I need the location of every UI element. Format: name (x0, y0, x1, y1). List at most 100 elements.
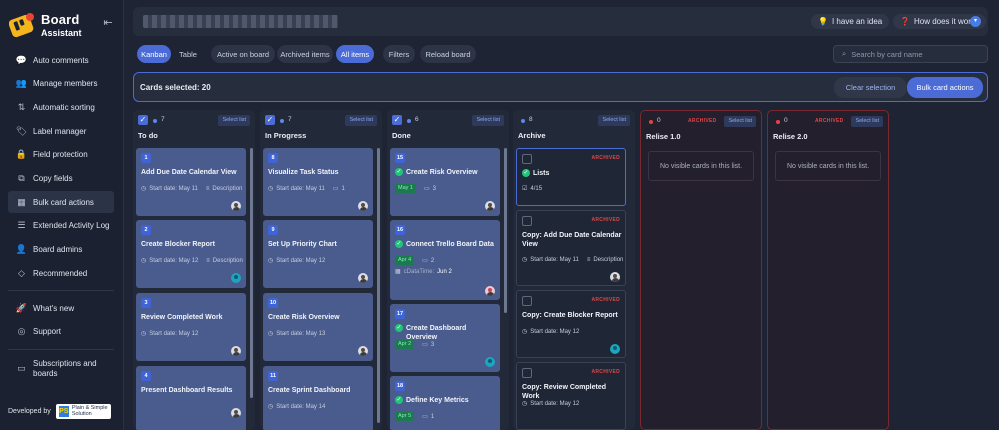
card-select-checkbox[interactable] (522, 296, 532, 306)
avatar[interactable] (231, 408, 241, 418)
avatar[interactable] (231, 346, 241, 356)
card-meta: ◷ Start date: May 14 (268, 403, 326, 411)
idea-button[interactable]: 💡 I have an idea (811, 14, 890, 29)
list-card-count: 0 (657, 117, 661, 124)
card[interactable]: 2 Create Blocker Report ◷ Start date: May… (136, 220, 246, 288)
collapse-sidebar-icon[interactable]: ⇤ (102, 17, 114, 29)
due-date-chip: Apr 4 (395, 256, 415, 265)
card[interactable]: 16 ✓ Connect Trello Board Data Apr 4 ▭ 2 ▦… (390, 220, 500, 300)
list-select-checkbox[interactable]: ✓ (138, 115, 148, 125)
select-list-button[interactable]: Select list (851, 116, 883, 127)
avatar[interactable] (485, 286, 495, 296)
support-icon: ◎ (17, 326, 26, 337)
select-list-button[interactable]: Select list (345, 115, 377, 126)
comment-icon: ▭ (422, 342, 428, 348)
card[interactable]: 11 Create Sprint Dashboard ◷ Start date: … (263, 366, 373, 430)
card-meta: ◷ Start date: May 12 ≡ Description (141, 257, 243, 265)
card[interactable]: 1 Add Due Date Calendar View ◷ Start date… (136, 148, 246, 216)
sidebar-item-label: Auto comments (33, 55, 89, 65)
search-box[interactable]: ⌕ (833, 45, 988, 63)
card[interactable]: ARCHIVED ✓ Lists ☑ 4/15 (516, 148, 626, 206)
avatar[interactable] (231, 273, 241, 283)
clear-selection-button[interactable]: Clear selection (834, 77, 907, 98)
subscription-icon: ▭ (17, 363, 26, 374)
sidebar-item-recommended[interactable]: ◇ Recommended (8, 262, 114, 284)
card-number: 11 (268, 371, 278, 381)
avatar[interactable] (358, 273, 368, 283)
tab-kanban[interactable]: Kanban (137, 45, 171, 63)
avatar[interactable] (358, 201, 368, 211)
card-number: 18 (395, 381, 405, 391)
tab-table[interactable]: Table (173, 45, 203, 63)
sidebar-item-automatic-sorting[interactable]: ⇅ Automatic sorting (8, 96, 114, 118)
copy-icon: ⧉ (18, 172, 25, 183)
list-title: In Progress (265, 131, 307, 140)
sidebar-item-label: Bulk card actions (33, 197, 94, 207)
avatar[interactable] (610, 344, 620, 354)
sidebar-item-board-admins[interactable]: 👤 Board admins (8, 239, 114, 261)
list-select-checkbox[interactable]: ✓ (392, 115, 402, 125)
card-select-checkbox[interactable] (522, 368, 532, 378)
sidebar-item-support[interactable]: ◎ Support (8, 321, 114, 343)
sidebar-item-label: What's new (33, 303, 75, 313)
card[interactable]: 17 ✓ Create Dashboard Overview Apr 2 ▭ 3 (390, 304, 500, 372)
list-column-archive: 8 Select list Archive ARCHIVED ✓ Lists ☑… (513, 110, 635, 430)
card-select-checkbox[interactable] (522, 216, 532, 226)
sidebar-item-bulk-card-actions[interactable]: ▦ Bulk card actions (8, 191, 114, 214)
sidebar-item-manage-members[interactable]: 👥 Manage members (8, 73, 114, 95)
list-scrollbar[interactable] (377, 148, 380, 423)
reload-board-button[interactable]: Reload board (420, 45, 476, 63)
sidebar-item-field-protection[interactable]: 🔒 Field protection (8, 144, 114, 166)
card[interactable]: ARCHIVED Copy: Review Completed Work ◷ St… (516, 362, 626, 430)
chevron-down-icon[interactable]: ▾ (970, 16, 981, 27)
list-select-checkbox[interactable]: ✓ (265, 115, 275, 125)
card[interactable]: 18 ✓ Define Key Metrics Apr 5 ▭ 1 (390, 376, 500, 430)
list-scrollbar[interactable] (504, 148, 507, 313)
sidebar-item-auto-comments[interactable]: 💬 Auto comments (8, 49, 114, 71)
sidebar: Board Assistant ⇤ 💬 Auto comments 👥 Manage… (0, 0, 124, 430)
card[interactable]: ARCHIVED Copy: Create Blocker Report ◷ St… (516, 290, 626, 358)
card[interactable]: 10 Create Risk Overview ◷ Start date: May… (263, 293, 373, 361)
app-logo[interactable]: Board Assistant (9, 9, 117, 41)
bulk-card-actions-button[interactable]: Bulk card actions (907, 77, 983, 98)
select-list-button[interactable]: Select list (598, 115, 630, 126)
list-scrollbar[interactable] (250, 148, 253, 398)
avatar[interactable] (610, 272, 620, 282)
filter-archived-items[interactable]: Archived items (277, 45, 333, 63)
avatar[interactable] (231, 201, 241, 211)
select-list-button[interactable]: Select list (472, 115, 504, 126)
sidebar-divider (8, 290, 114, 292)
card[interactable]: ARCHIVED Copy: Add Due Date Calendar Vie… (516, 210, 626, 286)
filter-all-items[interactable]: All items (336, 45, 374, 63)
sidebar-item-label: Extended Activity Log (33, 221, 110, 231)
card[interactable]: 15 ✓ Create Risk Overview May 1 ▭ 3 (390, 148, 500, 216)
filter-active-on-board[interactable]: Active on board (211, 45, 275, 63)
sidebar-item-whats-new[interactable]: 🚀 What's new (8, 297, 114, 319)
avatar[interactable] (485, 201, 495, 211)
card[interactable]: 9 Set Up Priority Chart ◷ Start date: May… (263, 220, 373, 288)
card-number: 3 (141, 298, 151, 308)
avatar[interactable] (485, 357, 495, 367)
card-number: 2 (141, 225, 151, 235)
sidebar-item-label-manager[interactable]: 🏷 Label manager (8, 120, 114, 142)
list-card-count: 0 (784, 117, 788, 124)
sidebar-item-label: Label manager (33, 126, 87, 136)
card[interactable]: 3 Review Completed Work ◷ Start date: May… (136, 293, 246, 361)
sidebar-item-subscriptions[interactable]: ▭ Subscriptions and boards (8, 356, 114, 382)
sidebar-item-label: Board admins (33, 245, 83, 254)
card[interactable]: 8 Visualize Task Status ◷ Start date: May… (263, 148, 373, 216)
sidebar-item-copy-fields[interactable]: ⧉ Copy fields (8, 167, 114, 189)
clock-icon: ◷ (522, 401, 528, 407)
card-select-checkbox[interactable] (522, 154, 532, 164)
partner-logo[interactable]: PS Plain & Simple Solution (55, 403, 111, 419)
select-list-button[interactable]: Select list (724, 116, 756, 127)
avatar[interactable] (358, 346, 368, 356)
card[interactable]: 4 Present Dashboard Results (136, 366, 246, 430)
sidebar-item-extended-activity-log[interactable]: ☰ Extended Activity Log (8, 215, 114, 237)
select-list-button[interactable]: Select list (218, 115, 250, 126)
board-assistant-logo-icon (9, 13, 34, 38)
list-title: To do (138, 131, 158, 140)
search-input[interactable] (851, 49, 977, 59)
filters-button[interactable]: Filters (383, 45, 415, 63)
sidebar-item-label: Automatic sorting (33, 102, 95, 112)
